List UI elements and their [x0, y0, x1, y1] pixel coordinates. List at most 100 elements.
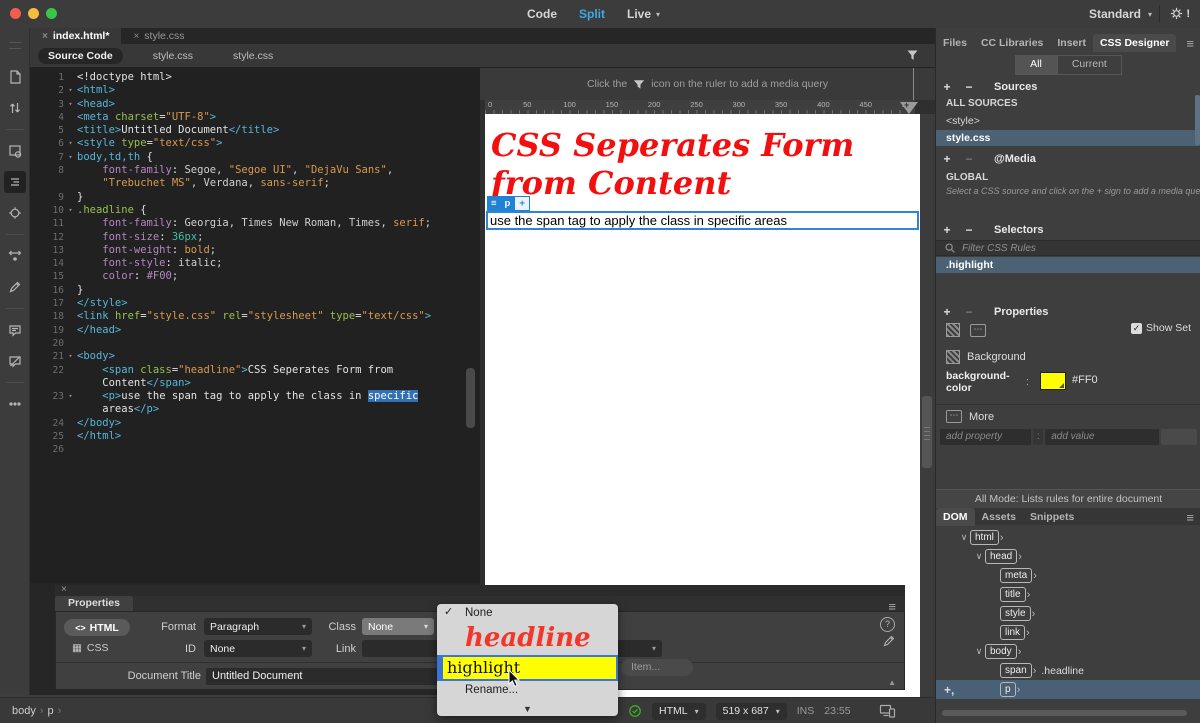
- code-line[interactable]: 4 <meta charset="UTF-8">: [30, 111, 480, 124]
- fold-arrow-icon[interactable]: ▾: [64, 151, 77, 164]
- media-query-filter-icon[interactable]: [906, 49, 919, 62]
- window-size-dropdown[interactable]: 519 x 687 ▾: [716, 703, 787, 720]
- element-tag-badge[interactable]: p: [501, 196, 515, 211]
- live-scrollbar-track[interactable]: [920, 114, 935, 697]
- dom-tag[interactable]: title: [1000, 587, 1026, 602]
- show-set-checkbox[interactable]: ✓ Show Set: [1131, 322, 1191, 334]
- expander-icon[interactable]: ∨: [958, 532, 970, 543]
- attach-style-icon[interactable]: [4, 276, 26, 298]
- new-file-icon[interactable]: [4, 66, 26, 88]
- dom-node-head[interactable]: ∨head›: [936, 547, 1200, 566]
- code-line[interactable]: 20: [30, 337, 480, 350]
- view-mode-split[interactable]: Split: [579, 7, 605, 21]
- panel-tab-files[interactable]: Files: [936, 34, 974, 52]
- id-dropdown[interactable]: None ▾: [204, 640, 312, 657]
- fold-arrow-icon[interactable]: ▾: [64, 98, 77, 111]
- dom-tab-snippets[interactable]: Snippets: [1023, 508, 1081, 526]
- doc-tab-stylecss[interactable]: ×style.css: [121, 28, 196, 44]
- add-value-input[interactable]: add value: [1045, 429, 1159, 445]
- close-tab-icon[interactable]: ×: [133, 31, 139, 42]
- toolbar-options-icon[interactable]: [4, 393, 26, 415]
- tag-breadcrumb-p[interactable]: p: [48, 705, 54, 717]
- code-line[interactable]: 17 </style>: [30, 297, 480, 310]
- code-scrollbar-thumb[interactable]: [466, 368, 475, 428]
- add-property-button[interactable]: +: [936, 305, 958, 319]
- expander-icon[interactable]: ∨: [973, 551, 985, 562]
- code-line[interactable]: 5 <title>Untitled Document</title>: [30, 124, 480, 137]
- element-menu-icon[interactable]: ≡: [487, 196, 501, 211]
- close-icon[interactable]: ×: [61, 585, 67, 595]
- wrap-tag-icon[interactable]: [4, 245, 26, 267]
- code-line[interactable]: "Trebuchet MS", Verdana, sans-serif;: [30, 177, 480, 190]
- rendered-headline[interactable]: CSS Seperates Form from Content: [491, 126, 915, 202]
- css-mode-button[interactable]: ▦ CSS: [72, 642, 109, 654]
- tag-breadcrumb-body[interactable]: body: [12, 705, 36, 717]
- edit-icon[interactable]: [882, 634, 896, 648]
- related-file-1[interactable]: style.css: [143, 48, 203, 64]
- expand-panel-icon[interactable]: ▲: [888, 678, 896, 687]
- code-line[interactable]: 12 font-size: 36px;: [30, 231, 480, 244]
- minimize-window-button[interactable]: [28, 8, 39, 19]
- dom-tag[interactable]: link: [1000, 625, 1025, 640]
- class-option-rename[interactable]: Rename...: [437, 681, 618, 699]
- doc-type-dropdown[interactable]: HTML ▾: [652, 703, 706, 720]
- code-line[interactable]: 2▾<html>: [30, 84, 480, 97]
- panel-tab-css-designer[interactable]: CSS Designer: [1093, 34, 1176, 52]
- code-line[interactable]: 25 </html>: [30, 430, 480, 443]
- dom-tag[interactable]: span: [1000, 663, 1032, 678]
- panel-tab-insert[interactable]: Insert: [1050, 34, 1093, 52]
- related-file-0[interactable]: Source Code: [38, 48, 123, 64]
- code-line[interactable]: 26: [30, 443, 480, 456]
- code-line[interactable]: 13 font-weight: bold;: [30, 244, 480, 257]
- list-item-button[interactable]: Item...: [621, 659, 693, 676]
- add-row-button[interactable]: [1161, 429, 1197, 445]
- source-item-1[interactable]: <style>: [936, 113, 1200, 129]
- panel-vertical-scrollbar[interactable]: [1195, 95, 1200, 145]
- add-property-input[interactable]: add property: [940, 429, 1031, 445]
- dom-tag[interactable]: meta: [1000, 568, 1032, 583]
- doc-tab-indexhtml[interactable]: ×index.html*: [30, 28, 121, 44]
- class-option-none[interactable]: ✓None: [437, 604, 618, 622]
- fold-arrow-icon[interactable]: ▾: [64, 390, 77, 403]
- dom-node-link[interactable]: link›: [936, 623, 1200, 642]
- dom-tag[interactable]: html: [970, 530, 999, 545]
- background-category-icon[interactable]: [946, 323, 960, 337]
- related-file-2[interactable]: style.css: [223, 48, 283, 64]
- code-line[interactable]: 11 font-family: Georgia, Times New Roman…: [30, 217, 480, 230]
- source-item-2[interactable]: style.css: [936, 130, 1200, 146]
- code-line[interactable]: 18 <link href="style.css" rel="styleshee…: [30, 310, 480, 323]
- more-category-icon[interactable]: ⋯: [970, 324, 986, 337]
- color-swatch[interactable]: [1040, 372, 1066, 390]
- remove-property-button[interactable]: −: [958, 305, 980, 319]
- color-value[interactable]: #FF0: [1072, 374, 1098, 386]
- add-selector-button[interactable]: +: [936, 223, 958, 237]
- apply-comment-icon[interactable]: [4, 319, 26, 341]
- settings-button[interactable]: !: [1169, 6, 1190, 21]
- code-editor[interactable]: 1 <!doctype html>2▾<html>3▾<head>4 <meta…: [30, 68, 480, 583]
- format-source-code-icon[interactable]: [4, 171, 26, 193]
- code-line[interactable]: 24 </body>: [30, 417, 480, 430]
- dom-node-title[interactable]: title›: [936, 585, 1200, 604]
- property-name[interactable]: background-color: [946, 370, 1018, 394]
- close-window-button[interactable]: [10, 8, 21, 19]
- code-line[interactable]: Content</span>: [30, 377, 480, 390]
- code-line[interactable]: 21▾<body>: [30, 350, 480, 363]
- dom-node-body[interactable]: ∨body›: [936, 642, 1200, 661]
- dom-tab-assets[interactable]: Assets: [975, 508, 1023, 526]
- add-media-button[interactable]: +: [936, 152, 958, 166]
- dom-node-meta[interactable]: meta›: [936, 566, 1200, 585]
- media-global-item[interactable]: GLOBAL: [936, 170, 1200, 186]
- code-line[interactable]: 1 <!doctype html>: [30, 71, 480, 84]
- mode-current[interactable]: Current: [1057, 55, 1122, 75]
- zoom-window-button[interactable]: [46, 8, 57, 19]
- mode-all[interactable]: All: [1015, 55, 1057, 75]
- html-mode-button[interactable]: <> HTML: [64, 619, 130, 636]
- class-option-headline[interactable]: headline: [437, 622, 618, 655]
- code-line[interactable]: 14 font-style: italic;: [30, 257, 480, 270]
- code-line[interactable]: 22 <span class="headline">CSS Seperates …: [30, 364, 480, 377]
- class-option-highlight[interactable]: highlight: [437, 655, 618, 681]
- dom-panel-menu-icon[interactable]: ≡: [1186, 510, 1194, 525]
- fold-arrow-icon[interactable]: ▾: [64, 137, 77, 150]
- view-mode-live[interactable]: Live▾: [627, 7, 660, 21]
- add-element-icon[interactable]: +: [514, 196, 530, 211]
